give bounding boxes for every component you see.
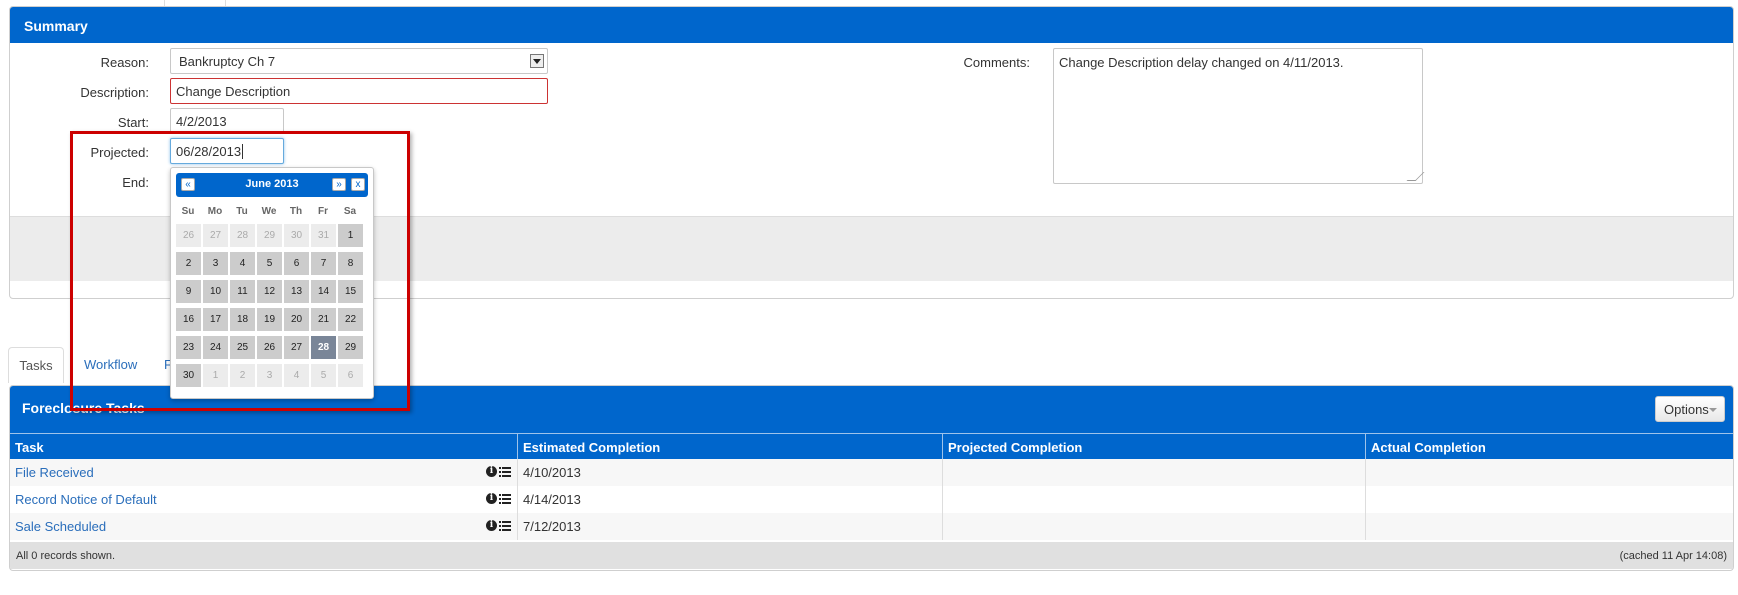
col-estimated-completion[interactable]: Estimated Completion	[518, 433, 943, 459]
options-label: Options	[1664, 402, 1709, 417]
chevron-down-icon[interactable]	[530, 54, 544, 68]
table-row: File Received i 4/10/2013	[10, 459, 1733, 487]
estimated-cell: 4/10/2013	[518, 459, 943, 486]
info-icon[interactable]: i	[486, 493, 497, 504]
start-label: Start:	[117, 115, 149, 130]
info-icon[interactable]: i	[486, 520, 497, 531]
projected-cell	[943, 513, 1366, 540]
comments-label: Comments:	[963, 55, 1030, 70]
cache-status: (cached 11 Apr 14:08)	[1619, 550, 1727, 562]
tab-tasks[interactable]: Tasks	[8, 347, 64, 383]
info-icon[interactable]: i	[486, 466, 497, 477]
list-icon[interactable]	[499, 493, 511, 504]
estimated-cell: 4/14/2013	[518, 486, 943, 513]
table-row: Record Notice of Default i 4/14/2013	[10, 486, 1733, 514]
actual-cell	[1366, 513, 1733, 540]
task-link[interactable]: Sale Scheduled	[15, 519, 106, 534]
highlight-annotation-box	[70, 131, 410, 411]
list-icon[interactable]	[499, 520, 511, 531]
task-link[interactable]: Record Notice of Default	[15, 492, 157, 507]
caret-down-icon	[1709, 408, 1717, 412]
comments-textarea[interactable]: Change Description delay changed on 4/11…	[1053, 48, 1425, 184]
list-icon[interactable]	[499, 466, 511, 477]
reason-label: Reason:	[100, 55, 149, 70]
reason-select[interactable]: Bankruptcy Ch 7	[170, 48, 548, 74]
description-label: Description:	[80, 85, 149, 100]
actual-cell	[1366, 459, 1733, 486]
reason-value: Bankruptcy Ch 7	[179, 54, 276, 69]
task-link[interactable]: File Received	[15, 465, 94, 480]
summary-header: Summary	[10, 7, 1733, 43]
comments-value: Change Description delay changed on 4/11…	[1059, 55, 1344, 70]
description-field[interactable]: Change Description	[170, 78, 548, 104]
resize-handle-icon[interactable]	[1406, 172, 1425, 181]
table-footer: All 0 records shown. (cached 11 Apr 14:0…	[10, 542, 1733, 569]
summary-title: Summary	[24, 18, 88, 34]
col-projected-completion[interactable]: Projected Completion	[943, 433, 1366, 459]
options-button[interactable]: Options	[1655, 396, 1725, 422]
col-actual-completion[interactable]: Actual Completion	[1366, 433, 1733, 459]
estimated-cell: 7/12/2013	[518, 513, 943, 540]
actual-cell	[1366, 486, 1733, 513]
records-count: All 0 records shown.	[16, 550, 116, 562]
projected-cell	[943, 459, 1366, 486]
col-task[interactable]: Task	[10, 433, 518, 459]
table-row: Sale Scheduled i 7/12/2013	[10, 513, 1733, 540]
foreclosure-tasks-panel: Foreclosure Tasks Options Task Estimated…	[9, 385, 1734, 571]
projected-cell	[943, 486, 1366, 513]
